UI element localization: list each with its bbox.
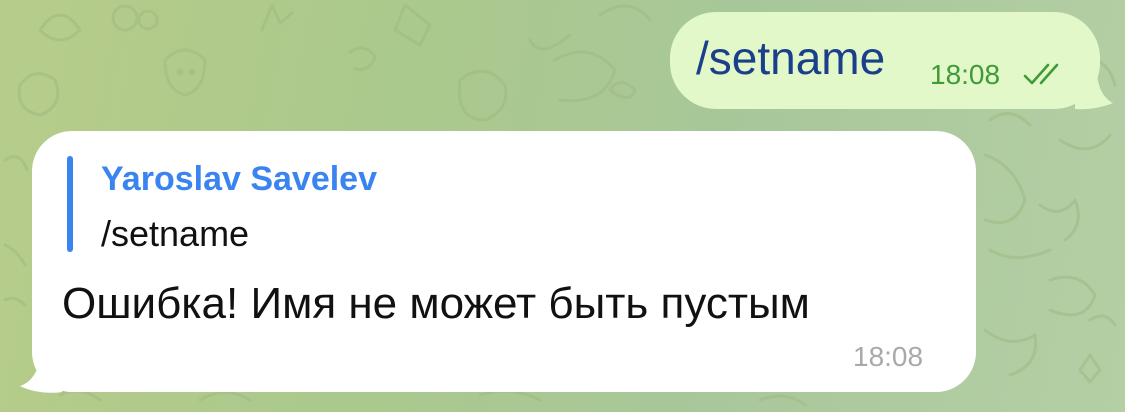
incoming-message-text: Ошибка! Имя не может быть пустым (62, 279, 810, 328)
reply-author-name[interactable]: Yaroslav Savelev (101, 158, 377, 200)
reply-quoted-text[interactable]: /setname (101, 212, 249, 256)
outgoing-message-text: /setname (696, 32, 886, 84)
double-check-icon (1023, 63, 1059, 85)
outgoing-message-time: 18:08 (930, 59, 1001, 90)
reply-quote-bar (67, 156, 73, 252)
outgoing-bubble-tail (1075, 70, 1113, 110)
incoming-bubble-tail (20, 352, 62, 393)
incoming-message-time: 18:08 (853, 341, 924, 372)
